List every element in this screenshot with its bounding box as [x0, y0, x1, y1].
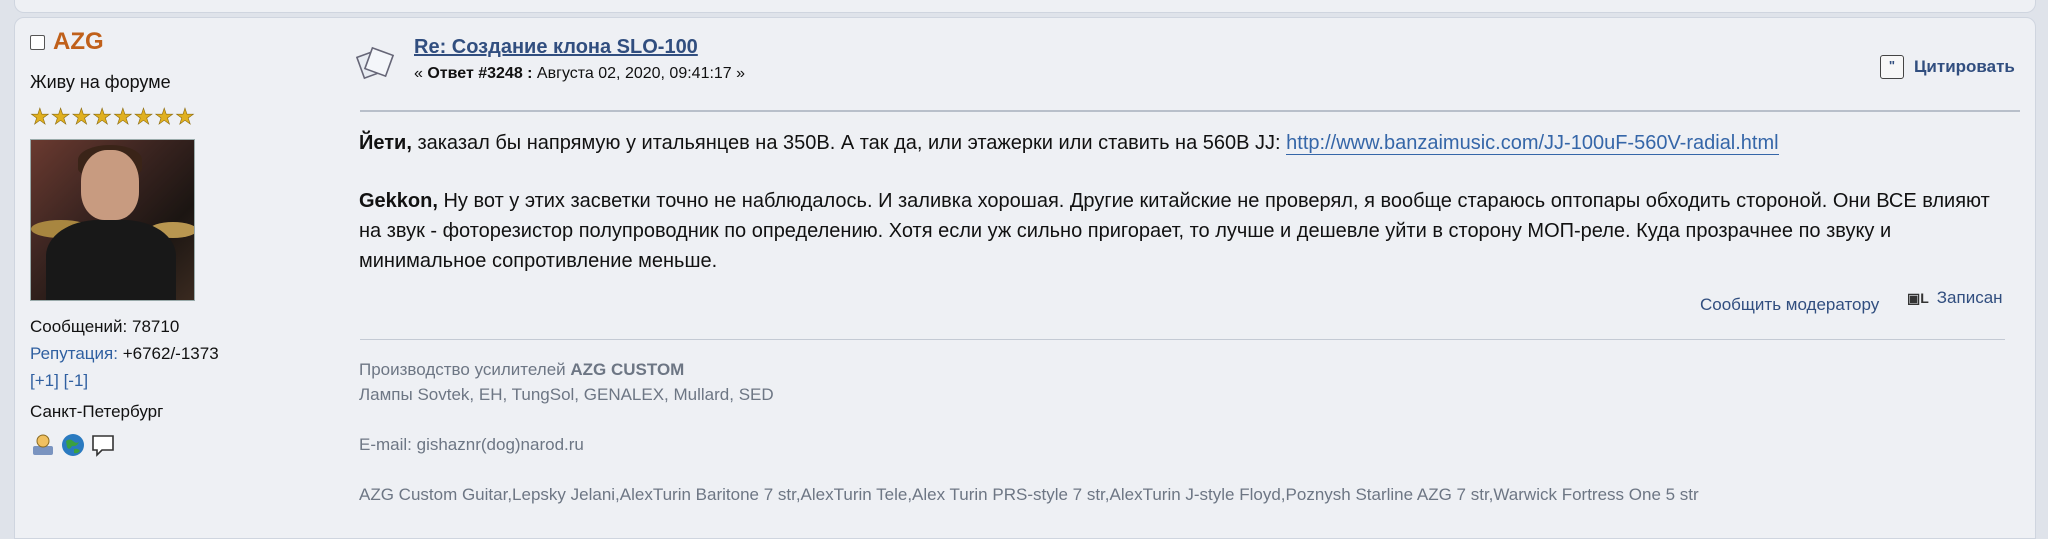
message-icon[interactable]: [90, 432, 116, 458]
reply-prefix: «: [414, 65, 428, 82]
rep-plus-link[interactable]: [+1]: [30, 371, 59, 390]
star-icon: ★: [154, 104, 175, 129]
star-icon: ★: [175, 104, 195, 129]
post-icon: [356, 46, 395, 80]
signature-divider: [360, 339, 2005, 340]
post-count: Сообщений: 78710: [30, 317, 180, 336]
reply-date: Августа 02, 2020, 09:41:17 »: [532, 65, 746, 82]
signature-line: Производство усилителей AZG CUSTOM: [359, 357, 1699, 382]
signature-gap: [359, 457, 1699, 482]
signature-email: E-mail: gishaznr(dog)narod.ru: [359, 435, 584, 454]
report-to-moderator-link[interactable]: Сообщить модератору: [1700, 295, 1879, 315]
avatar: [30, 139, 195, 301]
post-subject-link[interactable]: Re: Создание клона SLO-100: [414, 36, 698, 59]
post-reply-info: « Ответ #3248 : Августа 02, 2020, 09:41:…: [414, 65, 745, 83]
poster-name-row: AZG: [30, 22, 330, 62]
reply-number: Ответ #3248 :: [427, 65, 533, 82]
poster-info: AZG Живу на форуме ★ ★ ★ ★ ★ ★ ★ ★ Сообщ…: [30, 22, 330, 458]
star-icon: ★: [50, 104, 71, 129]
signature-text: Производство усилителей: [359, 360, 571, 379]
quote-label: Цитировать: [1914, 57, 2015, 76]
poster-city: Санкт-Петербург: [30, 402, 164, 421]
quote-icon: ": [1880, 55, 1904, 79]
poster-name-link[interactable]: AZG: [53, 28, 104, 56]
avatar-body: [46, 220, 176, 300]
ip-logged-icon: ▣L: [1907, 289, 1929, 306]
poster-icons: [30, 432, 330, 458]
avatar-head: [81, 150, 139, 220]
rep-minus-link[interactable]: [-1]: [64, 371, 89, 390]
saved-indicator: ▣L Записан: [1907, 288, 2003, 308]
star-icon: ★: [112, 104, 133, 129]
reputation: Репутация: +6762/-1373: [30, 340, 330, 367]
profile-icon[interactable]: [30, 432, 56, 458]
addressee: Йети,: [359, 132, 412, 154]
post-paragraph: Йети, заказал бы напрямую у итальянцев н…: [359, 128, 1999, 158]
signature: Производство усилителей AZG CUSTOM Лампы…: [359, 357, 1699, 507]
reputation-label: Репутация:: [30, 344, 118, 363]
post-body: Йети, заказал бы напрямую у итальянцев н…: [359, 128, 1999, 304]
reputation-value: +6762/-1373: [122, 344, 219, 363]
member-group: Живу на форуме: [30, 72, 171, 92]
paragraph-text: Ну вот у этих засветки точно не наблюдал…: [359, 190, 1990, 272]
brand-name: AZG CUSTOM: [570, 360, 685, 379]
website-icon[interactable]: [60, 432, 86, 458]
header-divider: [360, 110, 2020, 112]
signature-gap: [359, 407, 1699, 432]
poster-stats: Сообщений: 78710 Репутация: +6762/-1373 …: [30, 313, 330, 394]
rank-stars: ★ ★ ★ ★ ★ ★ ★ ★: [30, 104, 330, 129]
star-icon: ★: [71, 104, 92, 129]
star-icon: ★: [92, 104, 112, 129]
star-icon: ★: [30, 104, 50, 129]
product-link[interactable]: http://www.banzaimusic.com/JJ-100uF-560V…: [1286, 132, 1779, 155]
previous-post-edge: [14, 0, 2036, 13]
reputation-links: [+1] [-1]: [30, 367, 330, 394]
signature-line: Лампы Sovtek, EH, TungSol, GENALEX, Mull…: [359, 385, 774, 404]
signature-guitars: AZG Custom Guitar,Lepsky Jelani,AlexTuri…: [359, 485, 1699, 504]
select-post-checkbox[interactable]: [30, 34, 45, 50]
quote-button[interactable]: " Цитировать: [1880, 55, 2015, 79]
star-icon: ★: [133, 104, 154, 129]
saved-label: Записан: [1936, 288, 2003, 307]
paragraph-text: заказал бы напрямую у итальянцев на 350В…: [411, 132, 1287, 154]
addressee: Gekkon,: [359, 190, 438, 212]
post-paragraph: Gekkon, Ну вот у этих засветки точно не …: [359, 186, 1999, 276]
